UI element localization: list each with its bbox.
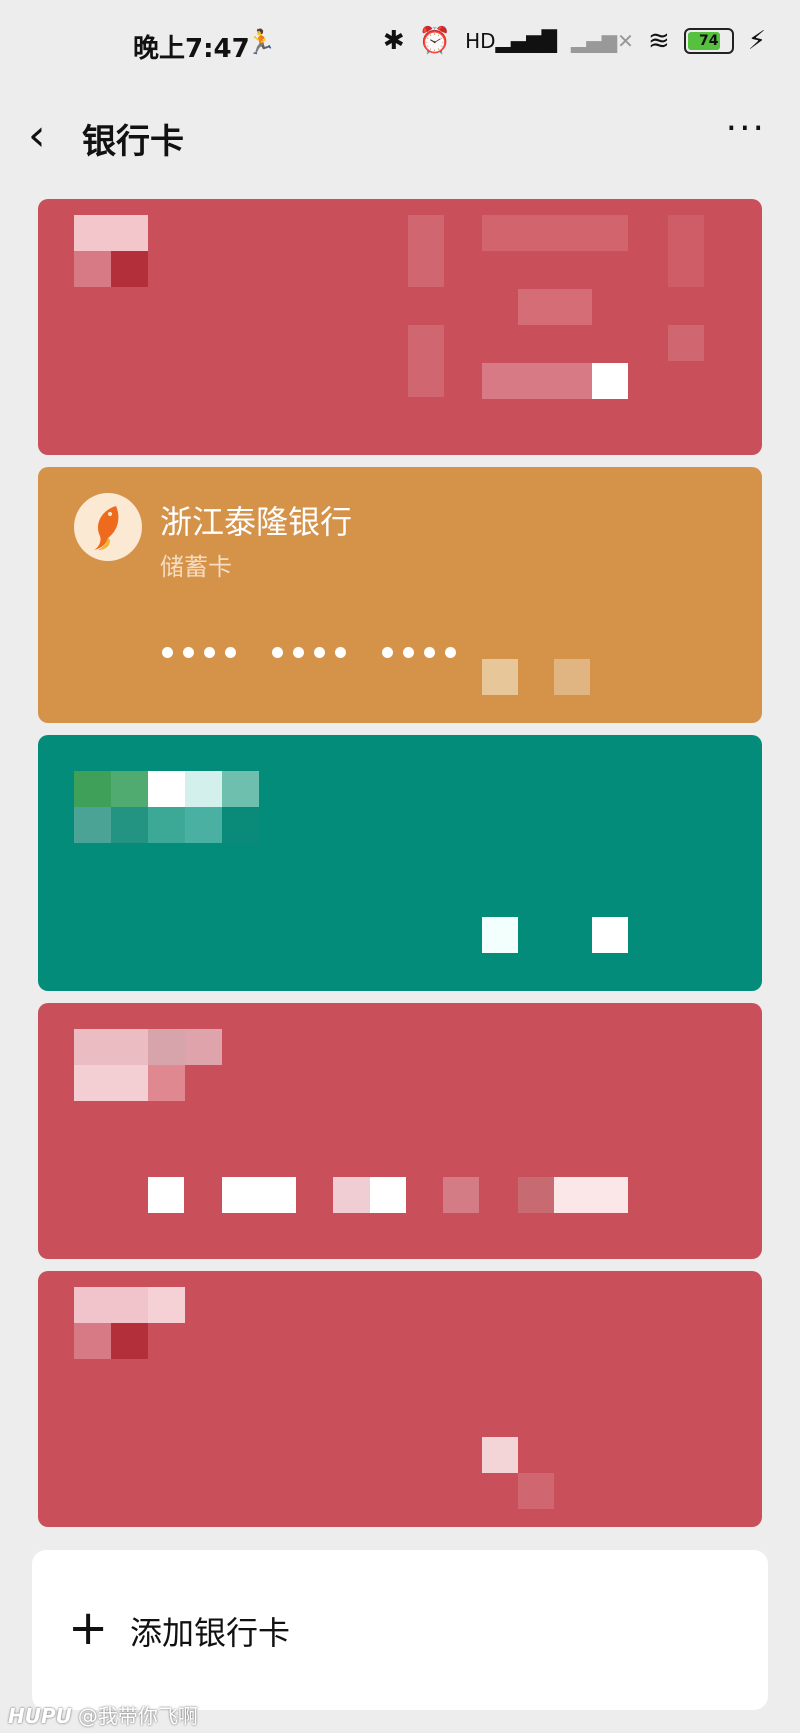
obscured-logo: [185, 807, 222, 843]
battery-level: 74: [698, 33, 719, 49]
obscured-logo-part: [74, 251, 111, 287]
obscured-logo: [74, 807, 111, 843]
obscured-text: [408, 215, 444, 287]
obscured-logo: [185, 771, 222, 807]
obscured-number: [554, 1177, 628, 1213]
wifi-icon: ≋: [647, 26, 670, 56]
card-number-group-3: [382, 647, 456, 658]
watermark: HUPU @我带你飞啊: [8, 1700, 198, 1729]
obscured-logo: [111, 1323, 148, 1359]
obscured-logo: [111, 771, 148, 807]
obscured-logo: [148, 1029, 185, 1065]
running-icon: 🏃: [246, 28, 276, 56]
bank-card-3[interactable]: [38, 735, 762, 991]
card-number-group-1: [162, 647, 236, 658]
obscured-last-digits: [482, 659, 518, 695]
chevron-left-icon: ‹: [28, 110, 46, 161]
obscured-number: [222, 1177, 296, 1213]
obscured-number: [482, 917, 518, 953]
obscured-logo: [74, 1287, 148, 1323]
bank-card-4[interactable]: [38, 1003, 762, 1259]
obscured-text: [668, 325, 704, 361]
obscured-number: [443, 1177, 479, 1213]
plus-icon: +: [68, 1600, 109, 1656]
obscured-text: [518, 289, 592, 325]
obscured-logo: [148, 771, 185, 807]
bank-logo: [74, 493, 142, 561]
obscured-text: [408, 325, 444, 397]
more-button[interactable]: ···: [726, 108, 766, 149]
obscured-number: [370, 1177, 406, 1213]
obscured-number: [148, 1177, 184, 1213]
status-time: 晚上7:47: [133, 34, 250, 64]
page-title: 银行卡: [82, 122, 184, 162]
status-icons: ✱ ⏰ HD▂▄▆█ ▂▄▆✕ ≋ 74 ⚡: [383, 26, 766, 56]
bank-name: 浙江泰隆银行: [160, 503, 353, 541]
obscured-number: [482, 1437, 518, 1473]
obscured-logo: [111, 807, 148, 843]
charging-icon: ⚡: [747, 26, 766, 56]
obscured-logo: [148, 1065, 185, 1101]
obscured-logo-part: [111, 251, 148, 287]
watermark-user: @我带你飞啊: [77, 1704, 198, 1728]
obscured-logo: [74, 771, 111, 807]
bank-card-1[interactable]: [38, 199, 762, 455]
obscured-last-digits: [554, 659, 590, 695]
obscured-text: [668, 215, 704, 287]
add-bank-card-label: 添加银行卡: [130, 1614, 291, 1652]
battery-icon: 74: [683, 28, 734, 54]
obscured-number: [592, 363, 628, 399]
obscured-logo: [222, 771, 259, 807]
watermark-brand: HUPU: [8, 1704, 72, 1728]
signal-2-icon: ▂▄▆✕: [571, 29, 634, 53]
bank-card-5[interactable]: [38, 1271, 762, 1527]
signal-hd-icon: HD▂▄▆█: [465, 29, 558, 53]
obscured-logo: [74, 215, 148, 251]
obscured-text: [482, 215, 628, 251]
bank-card-2[interactable]: 浙江泰隆银行 储蓄卡: [38, 467, 762, 723]
carp-logo-icon: [94, 506, 119, 550]
obscured-logo: [185, 1029, 222, 1065]
add-bank-card-button[interactable]: + 添加银行卡: [32, 1550, 768, 1710]
obscured-number: [482, 363, 592, 399]
obscured-logo: [74, 1323, 111, 1359]
obscured-logo: [148, 807, 185, 843]
status-bar: 晚上7:47 🏃 ✱ ⏰ HD▂▄▆█ ▂▄▆✕ ≋ 74 ⚡: [0, 0, 800, 88]
back-button[interactable]: ‹: [28, 108, 68, 164]
obscured-number: [518, 1177, 554, 1213]
obscured-number: [333, 1177, 370, 1213]
bluetooth-icon: ✱: [382, 26, 405, 56]
obscured-logo: [74, 1029, 148, 1065]
obscured-logo: [148, 1287, 185, 1323]
obscured-logo: [222, 807, 259, 843]
card-number-group-2: [272, 647, 346, 658]
alarm-icon: ⏰: [418, 26, 452, 56]
obscured-number: [592, 917, 628, 953]
obscured-number: [518, 1473, 554, 1509]
obscured-logo: [74, 1065, 148, 1101]
card-type: 储蓄卡: [160, 553, 232, 581]
navbar: ‹ 银行卡 ···: [0, 88, 800, 188]
